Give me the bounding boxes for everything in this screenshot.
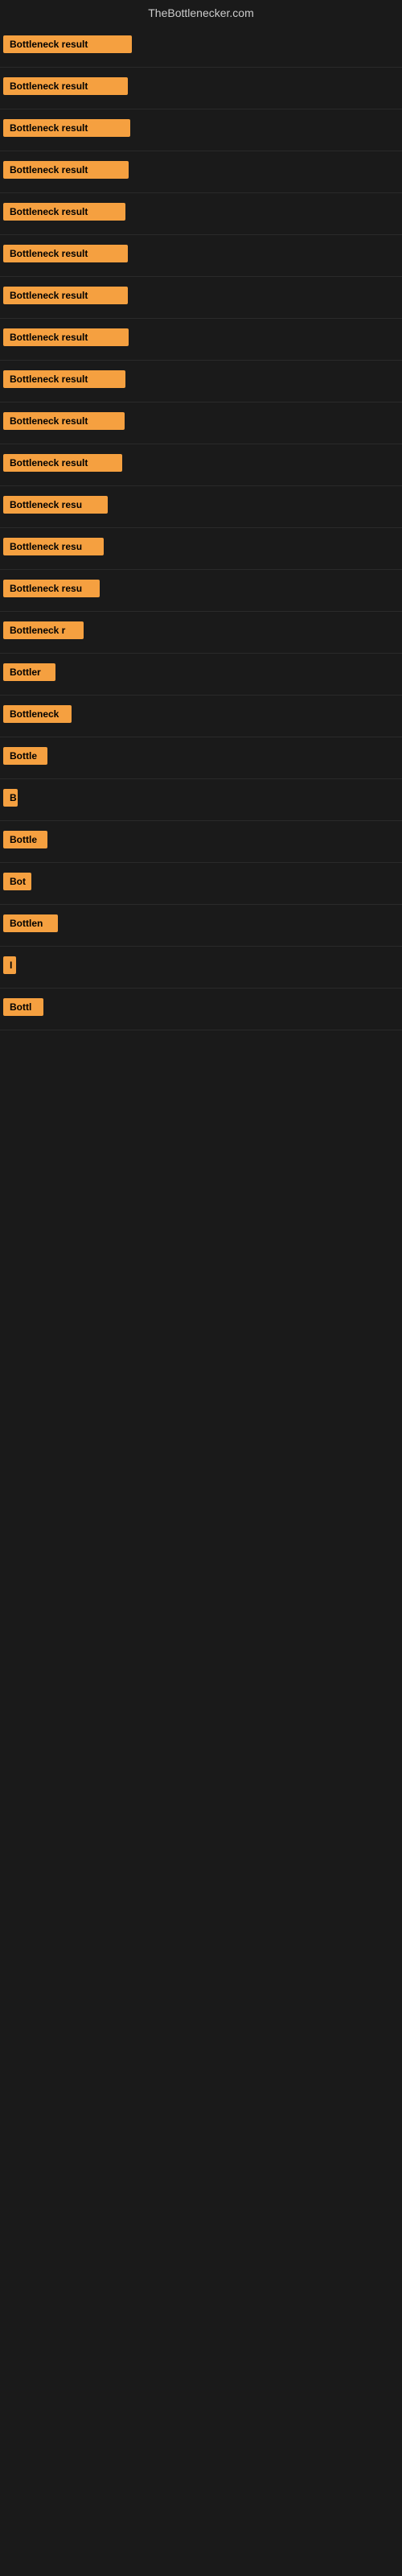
result-row: Bottleneck result — [0, 277, 402, 319]
bottleneck-badge[interactable]: Bottler — [3, 663, 55, 681]
site-title: TheBottlenecker.com — [0, 0, 402, 26]
result-row: Bottleneck result — [0, 361, 402, 402]
bottleneck-badge[interactable]: Bottleneck — [3, 705, 72, 723]
bottleneck-badge[interactable]: Bottleneck result — [3, 370, 125, 388]
bottleneck-badge[interactable]: Bottleneck resu — [3, 580, 100, 597]
bottleneck-badge[interactable]: Bottleneck result — [3, 119, 130, 137]
bottleneck-badge[interactable]: I — [3, 956, 16, 974]
result-row: Bottleneck — [0, 696, 402, 737]
result-row: Bottleneck resu — [0, 570, 402, 612]
bottleneck-badge[interactable]: Bottleneck result — [3, 245, 128, 262]
result-row: Bottleneck result — [0, 26, 402, 68]
result-row: Bottlen — [0, 905, 402, 947]
bottleneck-badge[interactable]: Bottleneck result — [3, 412, 125, 430]
result-row: Bottleneck result — [0, 402, 402, 444]
result-row: Bot — [0, 863, 402, 905]
bottleneck-badge[interactable]: Bottl — [3, 998, 43, 1016]
bottleneck-badge[interactable]: Bottleneck r — [3, 621, 84, 639]
result-row: Bottleneck result — [0, 444, 402, 486]
bottleneck-badge[interactable]: Bottleneck result — [3, 287, 128, 304]
bottleneck-badge[interactable]: Bottleneck result — [3, 35, 132, 53]
result-row: Bottleneck resu — [0, 528, 402, 570]
result-row: Bottle — [0, 821, 402, 863]
result-row: Bottler — [0, 654, 402, 696]
bottleneck-badge[interactable]: Bottleneck result — [3, 203, 125, 221]
result-row: Bottleneck result — [0, 193, 402, 235]
result-row: B — [0, 779, 402, 821]
bottleneck-badge[interactable]: Bottlen — [3, 914, 58, 932]
bottleneck-badge[interactable]: Bottleneck result — [3, 328, 129, 346]
bottleneck-badge[interactable]: Bottleneck resu — [3, 538, 104, 555]
bottleneck-badge[interactable]: Bottleneck result — [3, 77, 128, 95]
bottleneck-badge[interactable]: Bot — [3, 873, 31, 890]
bottleneck-badge[interactable]: Bottleneck result — [3, 161, 129, 179]
bottleneck-badge[interactable]: Bottle — [3, 747, 47, 765]
result-row: Bottle — [0, 737, 402, 779]
result-row: Bottleneck result — [0, 109, 402, 151]
bottleneck-badge[interactable]: Bottle — [3, 831, 47, 848]
result-row: Bottl — [0, 989, 402, 1030]
result-row: Bottleneck result — [0, 235, 402, 277]
bottleneck-badge[interactable]: Bottleneck resu — [3, 496, 108, 514]
bottleneck-badge[interactable]: Bottleneck result — [3, 454, 122, 472]
result-row: Bottleneck result — [0, 319, 402, 361]
result-row: Bottleneck resu — [0, 486, 402, 528]
bottleneck-badge[interactable]: B — [3, 789, 18, 807]
result-row: I — [0, 947, 402, 989]
result-row: Bottleneck result — [0, 68, 402, 109]
result-row: Bottleneck result — [0, 151, 402, 193]
result-row: Bottleneck r — [0, 612, 402, 654]
results-container: Bottleneck result Bottleneck result Bottle… — [0, 26, 402, 1030]
